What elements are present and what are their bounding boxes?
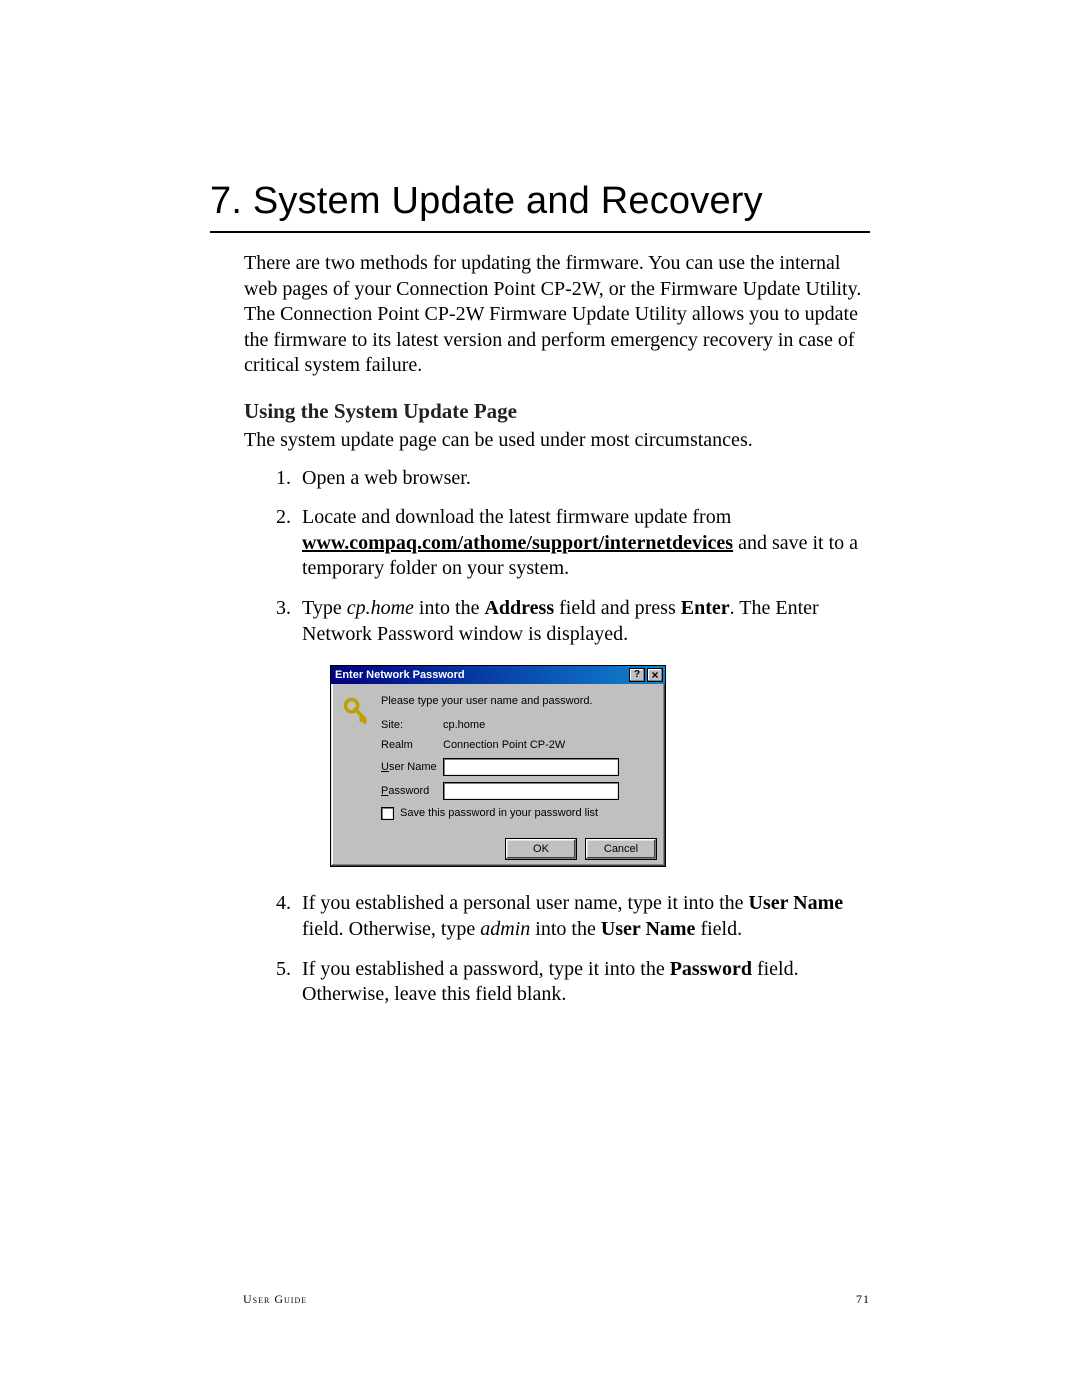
section-intro: The system update page can be used under… [244, 428, 870, 454]
site-value: cp.home [443, 718, 655, 732]
step-4-b: field. Otherwise, type [302, 918, 480, 940]
username-label-rest: ser Name [389, 761, 437, 773]
footer-label: User Guide [243, 1292, 307, 1307]
step-4-a: If you established a personal user name,… [302, 892, 749, 914]
step-4-c: into the [530, 918, 601, 940]
cancel-button[interactable]: Cancel [585, 838, 657, 860]
chapter-title: 7. System Update and Recovery [210, 180, 870, 223]
step-4-d: field. [695, 918, 742, 940]
password-label: Password [381, 784, 443, 798]
step-3-a: Type [302, 597, 347, 619]
save-password-label: Save this password in your password list [400, 806, 598, 820]
save-password-rest: ave this password in your password list [407, 807, 598, 819]
ok-button[interactable]: OK [505, 838, 577, 860]
step-4-bold1: User Name [749, 892, 844, 914]
dialog-title: Enter Network Password [335, 668, 627, 682]
step-5-a: If you established a password, type it i… [302, 958, 670, 980]
site-label: Site: [381, 718, 443, 732]
firmware-download-link[interactable]: www.compaq.com/athome/support/internetde… [302, 532, 733, 554]
username-label: User Name [381, 760, 443, 774]
username-label-hotkey: U [381, 761, 389, 773]
password-label-rest: assword [388, 785, 429, 797]
dialog-prompt: Please type your user name and password. [381, 694, 655, 708]
key-icon [341, 694, 371, 830]
step-2-pre: Locate and download the latest firmware … [302, 506, 731, 528]
step-1: Open a web browser. [296, 466, 870, 492]
realm-value: Connection Point CP-2W [443, 738, 655, 752]
horizontal-rule [210, 231, 870, 233]
username-input[interactable] [443, 758, 619, 776]
password-input[interactable] [443, 782, 619, 800]
close-button[interactable]: × [647, 668, 663, 682]
help-button[interactable]: ? [629, 668, 645, 682]
section-title: Using the System Update Page [244, 399, 870, 424]
step-3: Type cp.home into the Address field and … [296, 596, 870, 868]
enter-network-password-dialog: Enter Network Password ? × [330, 665, 666, 867]
step-3-em: cp.home [347, 597, 414, 619]
step-4-bold2: User Name [601, 918, 696, 940]
realm-label: Realm [381, 738, 443, 752]
step-4-em: admin [480, 918, 530, 940]
footer-page-number: 71 [856, 1292, 870, 1307]
step-3-bold2: Enter [681, 597, 730, 619]
step-5-bold: Password [670, 958, 752, 980]
steps-list: Open a web browser. Locate and download … [244, 466, 870, 1008]
step-4: If you established a personal user name,… [296, 891, 870, 942]
save-password-checkbox[interactable] [381, 807, 394, 820]
dialog-titlebar: Enter Network Password ? × [331, 666, 665, 684]
step-3-c: field and press [554, 597, 681, 619]
step-2: Locate and download the latest firmware … [296, 505, 870, 582]
step-5: If you established a password, type it i… [296, 957, 870, 1008]
step-3-b: into the [414, 597, 485, 619]
intro-paragraph: There are two methods for updating the f… [244, 251, 870, 379]
page-footer: User Guide 71 [243, 1292, 870, 1307]
step-3-bold1: Address [484, 597, 554, 619]
